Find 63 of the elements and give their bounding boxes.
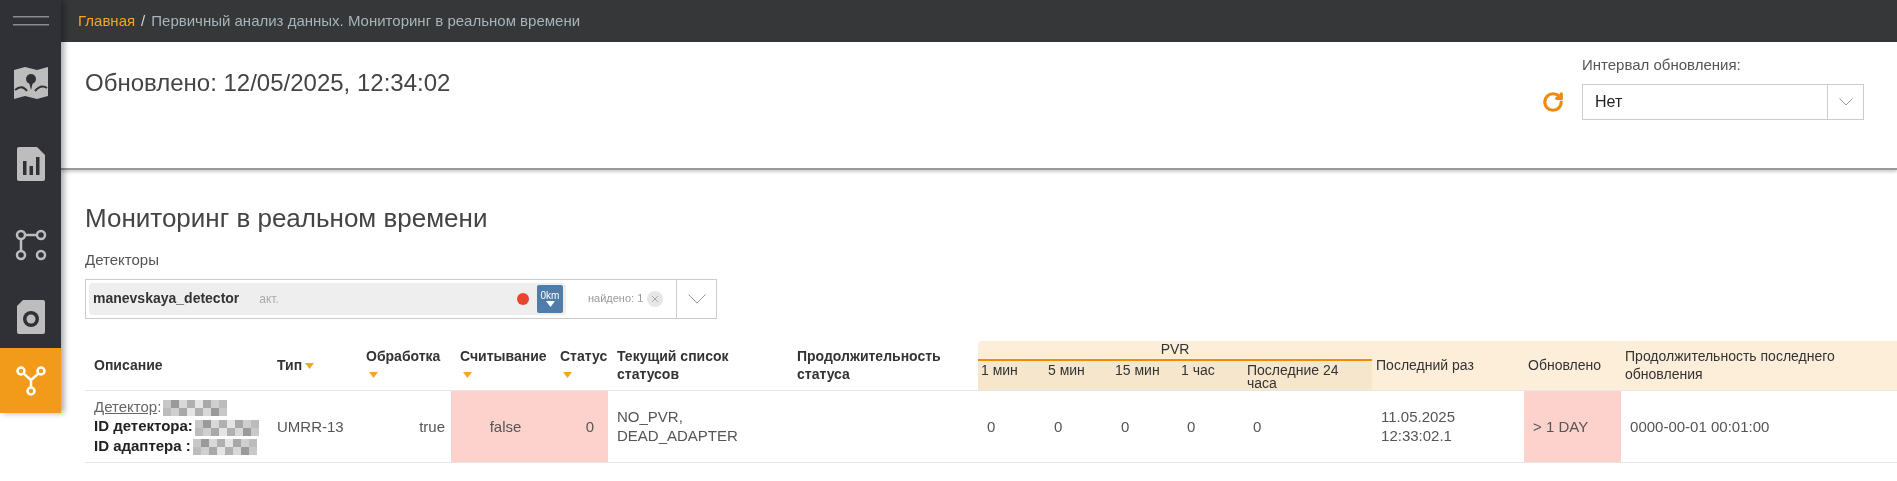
chevron-down-icon	[1838, 97, 1853, 106]
breadcrumb-link[interactable]: Главная	[78, 9, 136, 33]
column-header[interactable]: Считывание	[451, 340, 551, 390]
column-header: Продолжительность последнего обновления	[1621, 340, 1897, 390]
sort-icon[interactable]	[463, 372, 472, 379]
breadcrumb-separator: /	[141, 10, 146, 31]
detector-select[interactable]: manevskaya_detector акт. 0km найдено: 1	[85, 278, 717, 319]
table-cell: NO_PVR, DEAD_ADAPTER	[608, 390, 788, 462]
column-header: Обновлено	[1524, 340, 1622, 390]
column-header: Продолжительность статуса	[788, 340, 978, 390]
clear-button[interactable]	[647, 290, 664, 307]
distance-badge: 0km	[537, 284, 563, 313]
table-cell: UMRR-13	[268, 390, 357, 462]
sort-icon[interactable]	[369, 372, 378, 379]
redacted-value	[192, 438, 257, 455]
column-header: Последние 24 часа	[1244, 359, 1373, 390]
camera-card-icon	[16, 299, 45, 334]
interval-select[interactable]: Нет	[1582, 83, 1864, 120]
sort-icon[interactable]	[563, 372, 572, 379]
column-header: Текущий список статусов	[608, 340, 788, 390]
field-label: ID адаптера :	[94, 436, 191, 454]
sort-icon[interactable]	[305, 363, 315, 370]
close-icon	[650, 293, 661, 304]
detector-state: акт.	[259, 290, 280, 308]
column-header: 1 час	[1178, 359, 1244, 390]
pvr-group-header: PVR	[978, 340, 1373, 360]
column-header[interactable]: Тип	[268, 340, 357, 390]
breadcrumb-current: Первичный анализ данных. Мониторинг в реальном времени	[151, 10, 581, 31]
table-cell: 11.05.2025 12:33:02.1	[1372, 390, 1525, 462]
table-cell: true	[357, 390, 451, 462]
column-header: Описание	[85, 340, 268, 390]
label-colon: :	[157, 398, 162, 416]
bar-chart-document-icon	[16, 146, 45, 181]
table-cell: 0	[1112, 390, 1178, 462]
redacted-value	[163, 400, 228, 417]
network-nodes-icon	[15, 365, 46, 396]
branch-nodes-icon	[14, 228, 47, 261]
column-header: Последний раз	[1372, 340, 1525, 390]
table-cell: 0	[1178, 390, 1244, 462]
section-title: Мониторинг в реальном времени	[85, 202, 489, 234]
table-cell: 0	[551, 390, 608, 462]
table-cell: 0	[978, 390, 1045, 462]
table-cell: false	[451, 390, 551, 462]
table-cell: 0000-00-01 00:01:00	[1621, 390, 1897, 462]
column-header: 1 мин	[978, 359, 1045, 390]
chevron-down-icon[interactable]	[687, 293, 706, 304]
interval-label: Интервал обновления:	[1582, 55, 1742, 75]
table-cell: 0	[1045, 390, 1112, 462]
redacted-value	[194, 419, 259, 436]
field-label: ID детектора:	[94, 417, 193, 435]
column-header: 15 мин	[1112, 359, 1178, 390]
refresh-icon[interactable]	[1542, 90, 1564, 113]
table-cell: > 1 DAY	[1524, 390, 1622, 462]
detectors-label: Детекторы	[85, 250, 160, 270]
detector-name: manevskaya_detector	[93, 289, 240, 308]
found-count: найдено: 1	[588, 291, 644, 307]
updated-time: Обновлено: 12/05/2025, 12:34:02	[85, 68, 451, 98]
map-pin-icon	[12, 65, 49, 100]
column-header[interactable]: Статус	[551, 340, 608, 390]
column-header[interactable]: Обработка	[357, 340, 451, 390]
table-cell: 0	[1244, 390, 1373, 462]
menu-icon	[12, 15, 49, 27]
column-header: 5 мин	[1045, 359, 1112, 390]
